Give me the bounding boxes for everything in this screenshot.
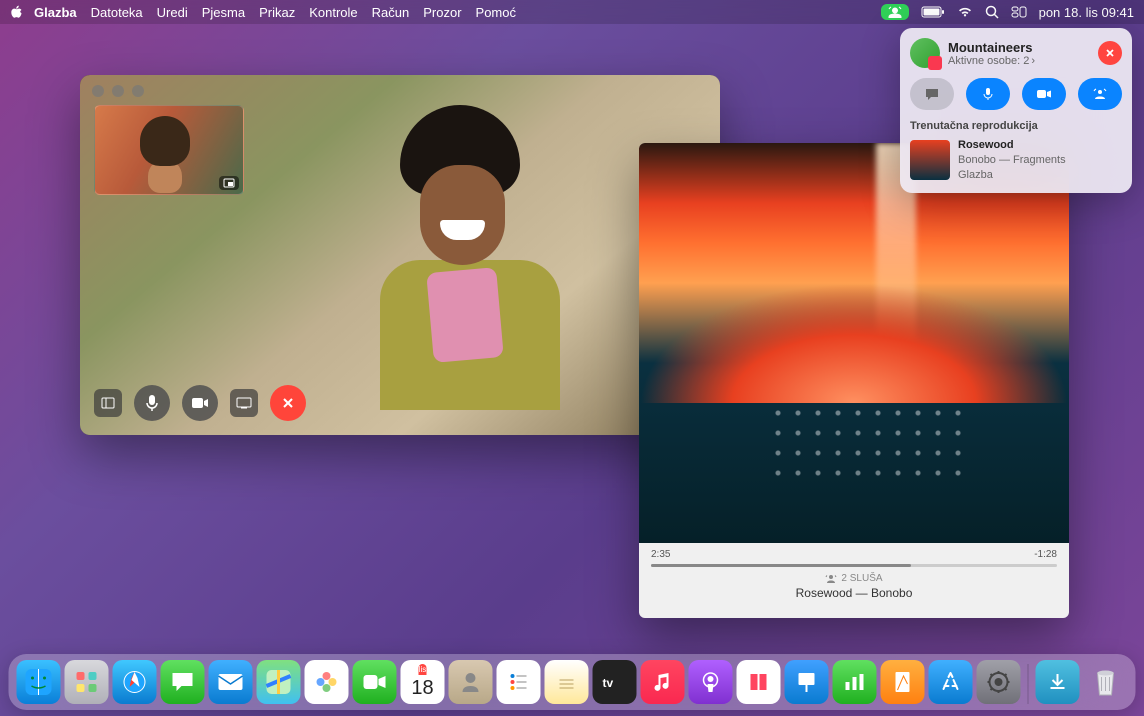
keynote-dock-icon[interactable]	[785, 660, 829, 704]
menu-kontrole[interactable]: Kontrole	[309, 5, 357, 20]
chevron-right-icon: ›	[1031, 55, 1035, 67]
safari-dock-icon[interactable]	[113, 660, 157, 704]
dock-separator	[1028, 664, 1029, 704]
wifi-icon[interactable]	[957, 6, 973, 18]
facetime-dock-icon[interactable]	[353, 660, 397, 704]
zoom-window-button[interactable]	[132, 85, 144, 97]
menu-uredi[interactable]: Uredi	[157, 5, 188, 20]
now-playing-item[interactable]: Rosewood Bonobo — Fragments Glazba	[910, 138, 1122, 183]
mail-dock-icon[interactable]	[209, 660, 253, 704]
playback-progress-slider[interactable]	[651, 564, 1057, 567]
now-playing-app: Glazba	[958, 168, 1066, 183]
now-playing-title: Rosewood	[958, 138, 1066, 153]
time-remaining: -1:28	[1034, 549, 1057, 560]
close-window-button[interactable]	[92, 85, 104, 97]
notes-dock-icon[interactable]	[545, 660, 589, 704]
menu-bar: Glazba Datoteka Uredi Pjesma Prikaz Kont…	[0, 0, 1144, 24]
finder-dock-icon[interactable]	[17, 660, 61, 704]
active-people-row[interactable]: Aktivne osobe: 2 ›	[948, 55, 1090, 67]
mute-button[interactable]	[134, 385, 170, 421]
news-dock-icon[interactable]	[737, 660, 781, 704]
time-elapsed: 2:35	[651, 549, 670, 560]
menu-app-name[interactable]: Glazba	[34, 5, 77, 20]
album-artwork[interactable]	[639, 143, 1069, 543]
tv-dock-icon[interactable]: tv	[593, 660, 637, 704]
mic-action-button[interactable]	[966, 78, 1010, 110]
control-center-icon[interactable]	[1011, 6, 1027, 18]
appstore-dock-icon[interactable]	[929, 660, 973, 704]
facetime-controls	[94, 385, 306, 421]
facetime-window	[80, 75, 720, 435]
window-traffic-lights[interactable]	[92, 85, 144, 97]
dock: lis 18 tv	[9, 654, 1136, 710]
menu-prozor[interactable]: Prozor	[423, 5, 461, 20]
messages-action-button[interactable]	[910, 78, 954, 110]
menu-racun[interactable]: Račun	[372, 5, 410, 20]
trash-dock-icon[interactable]	[1084, 660, 1128, 704]
photos-dock-icon[interactable]	[305, 660, 349, 704]
group-name: Mountaineers	[948, 40, 1090, 55]
facetime-self-preview[interactable]	[94, 105, 244, 195]
player-info-bar: 2:35 -1:28 2 SLUŠA Rosewood — Bonobo	[639, 543, 1069, 606]
music-miniplayer-window: 2:35 -1:28 2 SLUŠA Rosewood — Bonobo	[639, 143, 1069, 618]
menubar-datetime[interactable]: pon 18. lis 09:41	[1039, 5, 1134, 20]
music-dock-icon[interactable]	[641, 660, 685, 704]
menu-pjesma[interactable]: Pjesma	[202, 5, 245, 20]
close-shareplay-button[interactable]	[1098, 41, 1122, 65]
svg-text:tv: tv	[603, 676, 614, 690]
launchpad-dock-icon[interactable]	[65, 660, 109, 704]
contacts-dock-icon[interactable]	[449, 660, 493, 704]
camera-button[interactable]	[182, 385, 218, 421]
downloads-dock-icon[interactable]	[1036, 660, 1080, 704]
listening-count-label: 2 SLUŠA	[841, 573, 882, 584]
reminders-dock-icon[interactable]	[497, 660, 541, 704]
shareplay-action-button[interactable]	[1078, 78, 1122, 110]
remote-participant	[360, 105, 580, 405]
menu-datoteka[interactable]: Datoteka	[91, 5, 143, 20]
battery-icon[interactable]	[921, 6, 945, 18]
numbers-dock-icon[interactable]	[833, 660, 877, 704]
group-avatar	[910, 38, 940, 68]
end-call-button[interactable]	[270, 385, 306, 421]
messages-dock-icon[interactable]	[161, 660, 205, 704]
sidebar-toggle-button[interactable]	[94, 389, 122, 417]
pip-expand-icon[interactable]	[219, 176, 239, 190]
podcasts-dock-icon[interactable]	[689, 660, 733, 704]
now-playing-art	[910, 140, 950, 180]
calendar-day-label: 18	[411, 675, 433, 701]
spotlight-icon[interactable]	[985, 5, 999, 19]
menu-prikaz[interactable]: Prikaz	[259, 5, 295, 20]
shareplay-popover: Mountaineers Aktivne osobe: 2 › Trenutač…	[900, 28, 1132, 193]
now-playing-artist: Bonobo — Fragments	[958, 153, 1066, 168]
pages-dock-icon[interactable]	[881, 660, 925, 704]
minimize-window-button[interactable]	[112, 85, 124, 97]
now-playing-label: Trenutačna reprodukcija	[910, 120, 1122, 132]
shareplay-status-icon[interactable]	[881, 4, 909, 20]
track-title-artist: Rosewood — Bonobo	[651, 586, 1057, 600]
menu-pomoc[interactable]: Pomoć	[476, 5, 516, 20]
video-action-button[interactable]	[1022, 78, 1066, 110]
settings-dock-icon[interactable]	[977, 660, 1021, 704]
maps-dock-icon[interactable]	[257, 660, 301, 704]
calendar-month-label: lis	[419, 664, 427, 675]
shareplay-listeners-icon	[825, 574, 837, 584]
calendar-dock-icon[interactable]: lis 18	[401, 660, 445, 704]
apple-menu-icon[interactable]	[10, 5, 24, 19]
share-screen-button[interactable]	[230, 389, 258, 417]
